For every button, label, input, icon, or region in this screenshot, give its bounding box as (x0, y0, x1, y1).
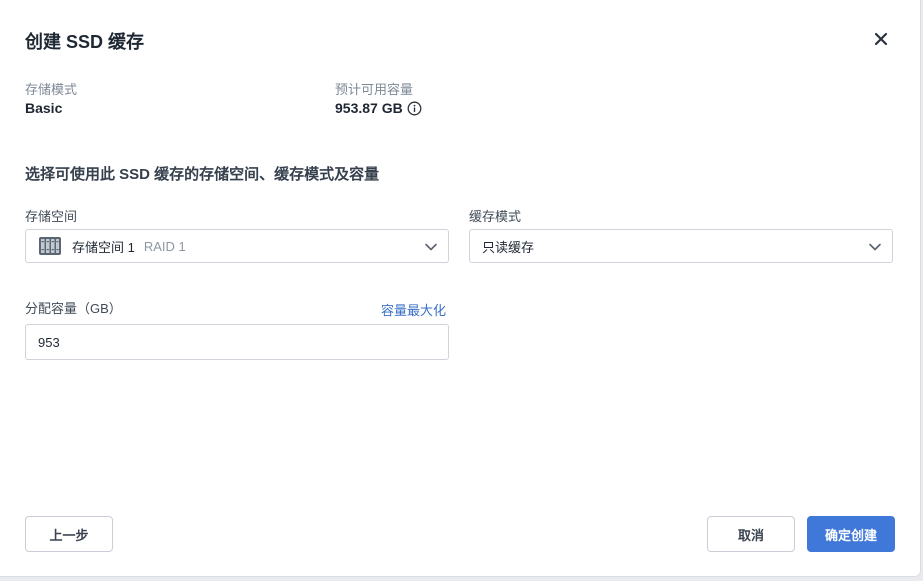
capacity-text: 953.87 GB (335, 100, 403, 116)
storage-mode-label: 存储模式 (25, 82, 78, 97)
storage-pool-name: 存储空间 1 (72, 239, 135, 255)
cache-mode-value: 只读缓存 (482, 239, 535, 255)
info-icon[interactable] (407, 101, 422, 116)
storage-mode-value: Basic (25, 100, 62, 116)
storage-pool-raid: RAID 1 (143, 238, 186, 254)
back-button[interactable]: 上一步 (25, 516, 113, 552)
storage-mode-text: Basic (25, 100, 63, 116)
cache-mode-select[interactable]: 只读缓存 (469, 229, 893, 263)
create-ssd-cache-dialog: 创建 SSD 缓存 存储模式 Basic 预计可用容量 953.87 GB 选择… (0, 0, 921, 577)
capacity-value: 953.87 GB (335, 100, 422, 116)
capacity-label: 预计可用容量 (335, 82, 414, 97)
storage-pool-select[interactable]: 存储空间 1 RAID 1 (25, 229, 449, 263)
close-icon (868, 26, 894, 52)
cancel-button[interactable]: 取消 (707, 516, 795, 552)
confirm-create-button[interactable]: 确定创建 (807, 516, 895, 552)
dialog-title: 创建 SSD 缓存 (25, 32, 145, 52)
allocation-input[interactable] (25, 324, 449, 360)
chevron-down-icon (868, 240, 882, 254)
allocation-label: 分配容量（GB） (25, 301, 122, 316)
chevron-down-icon (424, 240, 438, 254)
storage-pool-label: 存储空间 (25, 209, 78, 224)
cache-mode-label: 缓存模式 (469, 209, 522, 224)
storage-volume-icon (38, 235, 62, 257)
section-title: 选择可使用此 SSD 缓存的存储空间、缓存模式及容量 (25, 166, 380, 183)
maximize-capacity-link[interactable]: 容量最大化 (381, 300, 446, 319)
close-button[interactable] (868, 26, 894, 52)
